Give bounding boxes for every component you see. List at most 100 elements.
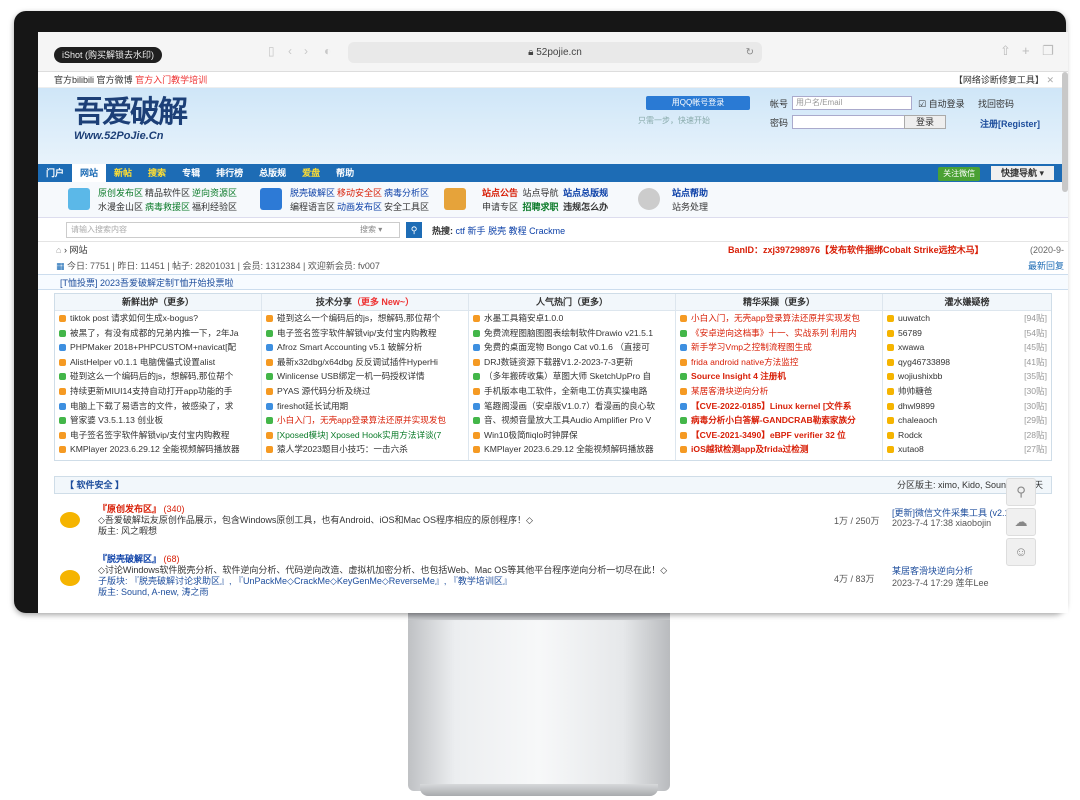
hot-tag[interactable]: 新手	[468, 226, 486, 236]
hot-tag[interactable]: 脱壳	[488, 226, 506, 236]
link-animation[interactable]: 动画发布区	[337, 202, 382, 212]
nav-help[interactable]: 帮助	[328, 164, 362, 182]
thread-row[interactable]: 电子签名签字软件解锁vip/支付宝内购教程	[262, 326, 468, 341]
link-mobile-security[interactable]: 移动安全区	[337, 188, 382, 198]
thread-row[interactable]: 最新x32dbg/x64dbg 反反调试插件HyperHi	[262, 355, 468, 370]
nav-forum[interactable]: 网站	[72, 164, 107, 182]
thread-row[interactable]: 笔趣阁漫画（安卓版V1.0.7）看漫画的良心软	[469, 399, 675, 414]
thread-row[interactable]: [Xposed模块] Xposed Hook实用方法详谈(7	[262, 428, 468, 443]
thread-row[interactable]: [35贴] wojiushixbb	[883, 369, 1051, 384]
link-programming[interactable]: 编程语言区	[290, 202, 335, 212]
sidebar-icon[interactable]: ▯	[268, 44, 275, 58]
link-jobs[interactable]: 招聘求职	[523, 202, 559, 212]
thread-row[interactable]: [45贴] xwawa	[883, 340, 1051, 355]
thread-row[interactable]: AlistHelper v0.1.1 电脑傀儡式设置alist	[55, 355, 261, 370]
thread-row[interactable]: 《安卓逆向这档事》十一、实战系列 利用内	[676, 326, 882, 341]
home-icon[interactable]: ⌂	[56, 245, 61, 255]
promo-banner[interactable]: [T恤投票] 2023吾爱破解定制T恤开始投票啦	[38, 274, 1068, 290]
nav-search[interactable]: 搜索	[140, 164, 174, 182]
page-scrollbar[interactable]	[1062, 72, 1068, 192]
thread-row[interactable]: fireshot延长试用期	[262, 399, 468, 414]
address-bar[interactable]: 🔒︎ 52pojie.cn ↻	[348, 42, 762, 63]
search-type-select[interactable]: 搜索 ▾	[360, 224, 382, 235]
section-title[interactable]: 【 软件安全 】	[65, 477, 124, 493]
search-input[interactable]: 请输入搜索内容	[66, 222, 400, 238]
link-reverse-resources[interactable]: 逆向资源区	[192, 188, 237, 198]
thread-row[interactable]: DRJ数链资源下载器V1.2-2023-7-3更新	[469, 355, 675, 370]
thread-row[interactable]: PYAS 源代码分析及绕过	[262, 384, 468, 399]
nav-portal[interactable]: 门户	[38, 164, 72, 182]
column-header[interactable]: 人气热门（更多）	[469, 294, 675, 311]
thread-row[interactable]: 免费的桌面宠物 Bongo Cat v0.1.6 （直接可	[469, 340, 675, 355]
thread-row[interactable]: 水墨工具箱安卓1.0.0	[469, 311, 675, 326]
thread-row[interactable]: 某居客滑块逆向分析	[676, 384, 882, 399]
link-unpack[interactable]: 脱壳破解区	[290, 188, 335, 198]
link-site-rules[interactable]: 站点总版规	[563, 188, 608, 198]
thread-row[interactable]: Source Insight 4 注册机	[676, 369, 882, 384]
thread-row[interactable]: [94贴] uuwatch	[883, 311, 1051, 326]
new-tab-icon[interactable]: +	[1022, 43, 1030, 58]
thread-row[interactable]: KMPlayer 2023.6.29.12 全能视频解码播放器	[55, 442, 261, 457]
thread-row[interactable]: 【CVE-2022-0185】Linux kernel [文件系	[676, 399, 882, 414]
thread-row[interactable]: 病毒分析小白答解-GANDCRAB勒索家族分	[676, 413, 882, 428]
thread-row[interactable]: [54贴] 56789	[883, 326, 1051, 341]
login-button[interactable]: 登录	[904, 115, 946, 129]
link-water[interactable]: 水漫金山区	[98, 202, 143, 212]
site-logo[interactable]: 吾爱破解 Www.52PoJie.Cn	[74, 96, 192, 158]
thread-row[interactable]: tiktok post 请求如何生成x-bogus?	[55, 311, 261, 326]
qq-login-button[interactable]: 用QQ帐号登录	[646, 96, 750, 110]
link-site-help[interactable]: 站点帮助	[672, 188, 708, 198]
thread-row[interactable]: 音、视频音量放大工具Audio Amplifier Pro V	[469, 413, 675, 428]
search-button[interactable]: ⚲	[406, 222, 422, 238]
link-virus-analysis[interactable]: 病毒分析区	[384, 188, 429, 198]
account-input[interactable]: 用户名/Email	[792, 96, 912, 110]
thread-row[interactable]: 小白入门，无壳app登录算法还原并实现发包	[676, 311, 882, 326]
link-announcements[interactable]: 站点公告	[482, 188, 518, 198]
nav-rules[interactable]: 总版规	[251, 164, 294, 182]
thread-row[interactable]: [27贴] xutao8	[883, 442, 1051, 457]
thread-row[interactable]: Win10极简fliqlo时钟屏保	[469, 428, 675, 443]
column-header[interactable]: 技术分享（更多 New~）	[262, 294, 468, 311]
breadcrumb-forum[interactable]: 网站	[69, 245, 87, 255]
training-link[interactable]: 官方入门教学培训	[135, 75, 207, 85]
column-header[interactable]: 灌水嫌疑榜	[883, 294, 1051, 311]
side-search-icon[interactable]: ⚲	[1006, 478, 1036, 506]
tabs-icon[interactable]: ❐	[1042, 43, 1054, 59]
close-icon[interactable]: ✕	[1046, 75, 1054, 85]
thread-row[interactable]: 手机版本电工软件，全新电工仿真实操电路	[469, 384, 675, 399]
link-quality-software[interactable]: 精品软件区	[145, 188, 190, 198]
link-welfare[interactable]: 福利经验区	[192, 202, 237, 212]
latest-replies-link[interactable]: 最新回复	[1028, 258, 1064, 274]
wechat-follow-button[interactable]: 关注微信	[938, 167, 981, 181]
column-header[interactable]: 新鲜出炉（更多）	[55, 294, 261, 311]
thread-row[interactable]: [30贴] dhwl9899	[883, 399, 1051, 414]
thread-row[interactable]: 持续更新MIUI14支持自动打开app功能的手	[55, 384, 261, 399]
link-virus-rescue[interactable]: 病毒救援区	[145, 202, 190, 212]
nav-aipan[interactable]: 爱盘	[294, 164, 328, 182]
thread-row[interactable]: [41贴] qyg46733898	[883, 355, 1051, 370]
link-security-tools[interactable]: 安全工具区	[384, 202, 429, 212]
link-site-nav[interactable]: 站点导航	[523, 188, 559, 198]
link-site-affairs[interactable]: 站务处理	[672, 202, 708, 212]
thread-row[interactable]: frida android native方法监控	[676, 355, 882, 370]
nav-new-posts[interactable]: 新帖	[106, 164, 140, 182]
link-apply[interactable]: 申请专区	[482, 202, 518, 212]
thread-row[interactable]: 电脑上下载了易语言的文件，被感染了，求	[55, 399, 261, 414]
column-header[interactable]: 精华采撷（更多）	[676, 294, 882, 311]
thread-row[interactable]: 小白入门，无壳app登录算法还原并实现发包	[262, 413, 468, 428]
network-tool-link[interactable]: 【网络诊断修复工具】	[954, 75, 1044, 85]
thread-row[interactable]: （多年搬砖收集）草图大师 SketchUpPro 自	[469, 369, 675, 384]
forward-icon[interactable]: ›	[304, 44, 308, 58]
thread-row[interactable]: 被黑了，有没有成都的兄弟内推一下，2年Ja	[55, 326, 261, 341]
thread-row[interactable]: 猿人学2023题目小技巧：一击六杀	[262, 442, 468, 457]
side-user-icon[interactable]: ☺	[1006, 538, 1036, 566]
hot-tag[interactable]: 教程	[509, 226, 527, 236]
nav-albums[interactable]: 专辑	[174, 164, 208, 182]
link-original[interactable]: 原创发布区	[98, 188, 143, 198]
thread-row[interactable]: 管家婆 V3.5.1.13 创业板	[55, 413, 261, 428]
bilibili-link[interactable]: 官方bilibili	[54, 75, 94, 85]
find-password-link[interactable]: 找回密码	[978, 97, 1014, 110]
reload-icon[interactable]: ↻	[746, 42, 754, 63]
thread-row[interactable]: [30贴] 帅帅糖爸	[883, 384, 1051, 399]
quick-nav-dropdown[interactable]: 快捷导航 ▾	[990, 166, 1054, 180]
